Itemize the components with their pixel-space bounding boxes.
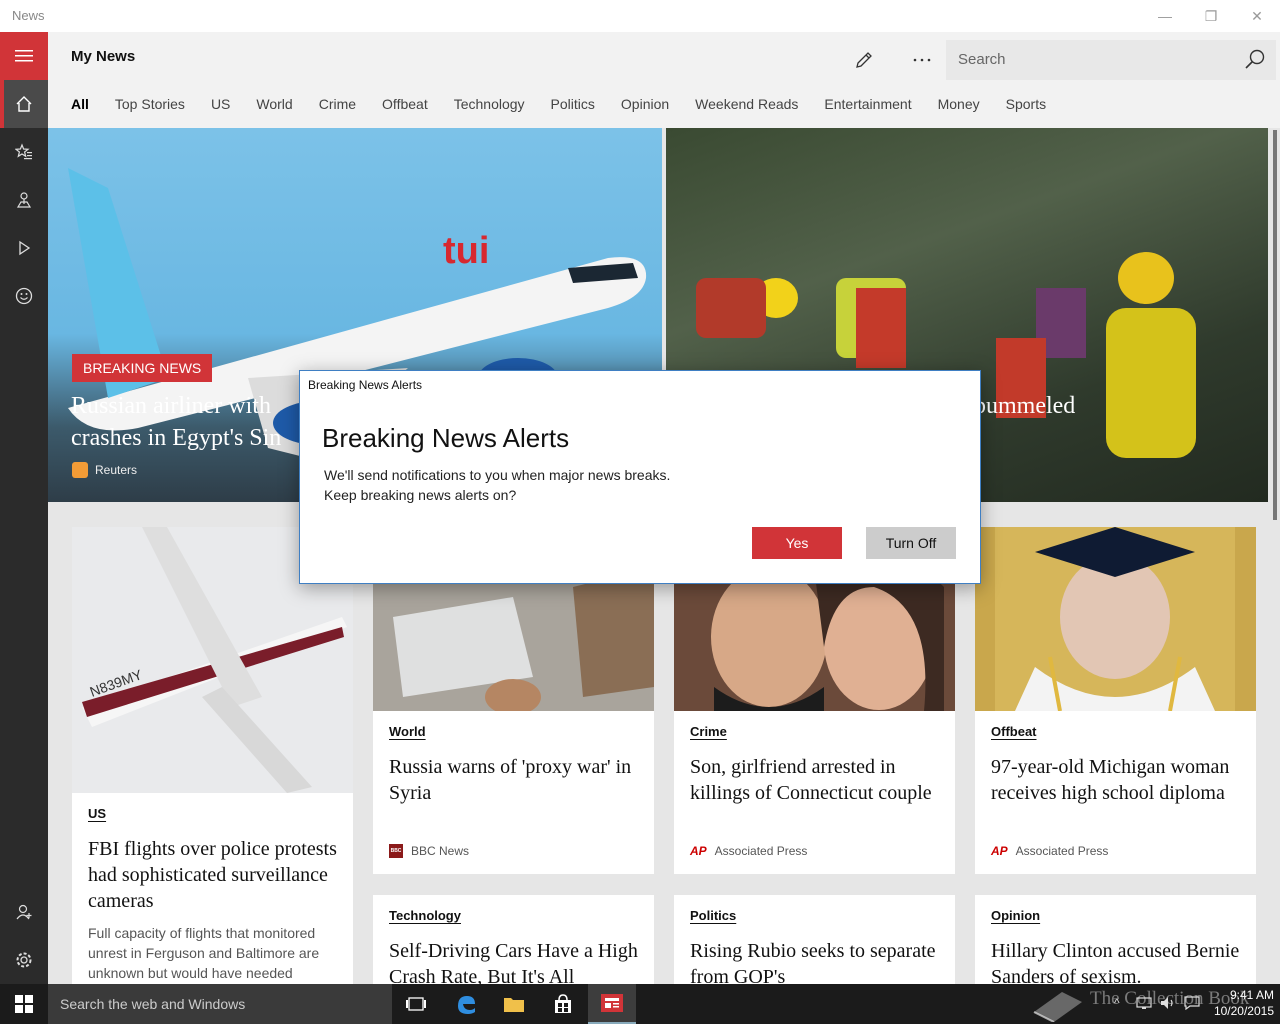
tab-entertainment[interactable]: Entertainment: [824, 96, 911, 112]
watermark-book-icon: [1030, 986, 1086, 1024]
network-icon[interactable]: [1136, 996, 1152, 1013]
news-app-icon[interactable]: [588, 984, 636, 1024]
restore-button[interactable]: ❐: [1188, 0, 1234, 32]
title-bar: News — ❐ ✕: [0, 0, 1280, 32]
task-view-icon[interactable]: [392, 984, 440, 1024]
taskbar-search-placeholder: Search the web and Windows: [60, 996, 246, 1012]
hero-right-headline[interactable]: pummeled: [974, 390, 1075, 422]
breaking-news-badge: BREAKING NEWS: [72, 354, 213, 382]
tab-all[interactable]: All: [71, 96, 89, 112]
tab-opinion[interactable]: Opinion: [621, 96, 669, 112]
story-card[interactable]: Opinion Hillary Clinton accused Bernie S…: [975, 895, 1256, 995]
dialog-caption: Breaking News Alerts: [308, 378, 423, 392]
tab-crime[interactable]: Crime: [319, 96, 356, 112]
card-headline[interactable]: Hillary Clinton accused Bernie Sanders o…: [991, 938, 1241, 990]
svg-text:tui: tui: [443, 230, 489, 272]
minimize-button[interactable]: —: [1142, 0, 1188, 32]
turn-off-button[interactable]: Turn Off: [866, 527, 956, 559]
vertical-scrollbar[interactable]: [1270, 128, 1280, 984]
tab-politics[interactable]: Politics: [551, 96, 595, 112]
hero-source: Reuters: [72, 462, 137, 478]
story-card[interactable]: N839MY US FBI flights over police protes…: [72, 527, 353, 987]
show-hidden-icons-icon[interactable]: ^: [1114, 996, 1120, 1010]
edge-browser-icon[interactable]: [442, 984, 490, 1024]
navigation-rail: [0, 32, 48, 984]
tab-offbeat[interactable]: Offbeat: [382, 96, 428, 112]
card-headline[interactable]: Rising Rubio seeks to separate from GOP'…: [690, 938, 940, 990]
card-summary: Full capacity of flights that monitored …: [88, 925, 320, 981]
app-header: My News Search All Top Stories US World …: [48, 32, 1280, 128]
card-headline[interactable]: Russia warns of 'proxy war' in Syria: [389, 754, 639, 806]
yes-button[interactable]: Yes: [752, 527, 842, 559]
card-headline[interactable]: Self-Driving Cars Have a High Crash Rate…: [389, 938, 639, 990]
card-source: AP Associated Press: [991, 844, 1109, 858]
account-icon[interactable]: [0, 888, 48, 936]
smiley-icon[interactable]: [0, 272, 48, 320]
home-icon[interactable]: [0, 80, 48, 128]
close-button[interactable]: ✕: [1234, 0, 1280, 32]
search-input[interactable]: Search: [946, 40, 1276, 80]
dialog-title: Breaking News Alerts: [322, 423, 570, 453]
file-explorer-icon[interactable]: [490, 984, 538, 1024]
story-card[interactable]: Technology Self-Driving Cars Have a High…: [373, 895, 654, 995]
settings-icon[interactable]: [0, 936, 48, 984]
tab-sports[interactable]: Sports: [1006, 96, 1046, 112]
card-headline[interactable]: FBI flights over police protests had sop…: [88, 836, 338, 914]
card-category[interactable]: US: [88, 806, 106, 821]
card-category[interactable]: Technology: [389, 908, 461, 923]
story-card[interactable]: Politics Rising Rubio seeks to separate …: [674, 895, 955, 995]
local-icon[interactable]: [0, 176, 48, 224]
video-icon[interactable]: [0, 224, 48, 272]
card-category[interactable]: Offbeat: [991, 724, 1037, 739]
favorites-icon[interactable]: [0, 128, 48, 176]
card-headline[interactable]: 97-year-old Michigan woman receives high…: [991, 754, 1241, 806]
card-source: AP Associated Press: [690, 844, 808, 858]
windows-start-icon[interactable]: [0, 984, 48, 1024]
card-category[interactable]: Opinion: [991, 908, 1040, 923]
taskbar-search-box[interactable]: Search the web and Windows: [48, 984, 392, 1024]
tab-technology[interactable]: Technology: [454, 96, 525, 112]
taskbar: Search the web and Windows The Collectio…: [0, 984, 1280, 1024]
system-clock[interactable]: 9:41 AM 10/20/2015: [1204, 987, 1274, 1019]
graduate-image: [975, 527, 1256, 711]
hamburger-icon[interactable]: [0, 32, 48, 80]
ap-logo-icon: AP: [690, 844, 707, 858]
tab-top-stories[interactable]: Top Stories: [115, 96, 185, 112]
tab-us[interactable]: US: [211, 96, 230, 112]
breaking-news-dialog: Breaking News Alerts Breaking News Alert…: [299, 370, 981, 584]
page-title: My News: [71, 48, 136, 65]
reuters-logo-icon: [72, 462, 88, 478]
tab-weekend-reads[interactable]: Weekend Reads: [695, 96, 798, 112]
volume-icon[interactable]: [1160, 996, 1176, 1013]
store-icon[interactable]: [539, 984, 587, 1024]
card-headline[interactable]: Son, girlfriend arrested in killings of …: [690, 754, 940, 806]
category-tabs: All Top Stories US World Crime Offbeat T…: [71, 96, 1072, 112]
tab-money[interactable]: Money: [938, 96, 980, 112]
dialog-message: We'll send notifications to you when maj…: [324, 467, 671, 503]
card-category[interactable]: Crime: [690, 724, 727, 739]
tab-world[interactable]: World: [256, 96, 292, 112]
search-placeholder: Search: [958, 51, 1006, 68]
story-card[interactable]: Offbeat 97-year-old Michigan woman recei…: [975, 527, 1256, 874]
card-source: BBC BBC News: [389, 844, 470, 858]
ap-logo-icon: AP: [991, 844, 1008, 858]
more-options-icon[interactable]: [906, 44, 938, 76]
bbc-logo-icon: BBC: [389, 844, 403, 858]
search-icon[interactable]: [1244, 48, 1266, 75]
edit-pencil-icon[interactable]: [848, 44, 880, 76]
card-category[interactable]: World: [389, 724, 426, 739]
action-center-icon[interactable]: [1184, 996, 1200, 1013]
scrollbar-thumb[interactable]: [1273, 130, 1277, 520]
card-category[interactable]: Politics: [690, 908, 736, 923]
window-title: News: [12, 8, 45, 23]
